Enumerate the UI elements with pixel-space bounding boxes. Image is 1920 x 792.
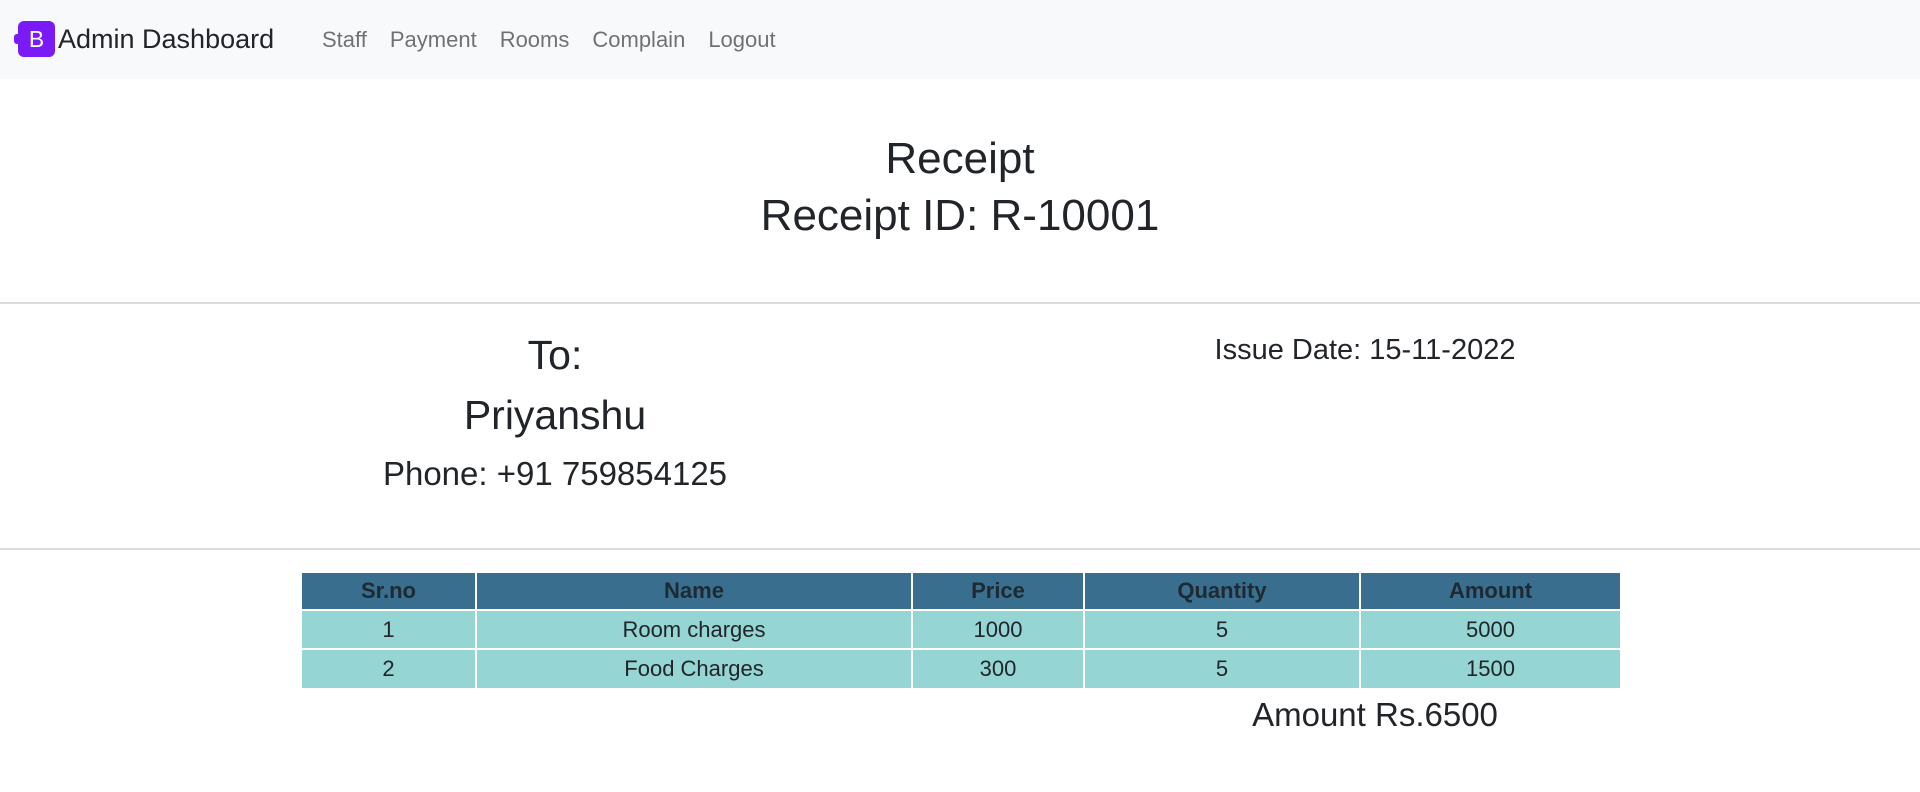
nav-link-logout[interactable]: Logout: [708, 27, 775, 53]
bootstrap-logo-icon: B: [14, 21, 55, 57]
column-header-amount: Amount: [1359, 573, 1620, 611]
table-row: 1 Room charges 1000 5 5000: [302, 609, 1620, 650]
receipt-id: Receipt ID: R-10001: [760, 191, 1160, 240]
table-header-row: Sr.no Name Price Quantity Amount: [302, 573, 1620, 611]
nav-link-rooms[interactable]: Rooms: [500, 27, 570, 53]
column-header-quantity: Quantity: [1083, 573, 1361, 611]
details-divider: [0, 548, 1920, 550]
recipient-block: To: Priyanshu Phone: +91 759854125: [255, 330, 855, 494]
recipient-name: Priyanshu: [463, 392, 647, 438]
issue-date: Issue Date: 15-11-2022: [1214, 334, 1516, 366]
total-amount: Amount Rs.6500: [1252, 696, 1498, 733]
header-divider: [0, 302, 1920, 304]
cell-quantity: 5: [1083, 609, 1361, 650]
receipt-title: Receipt: [885, 134, 1035, 183]
nav-link-complain[interactable]: Complain: [592, 27, 685, 53]
nav-link-payment[interactable]: Payment: [390, 27, 477, 53]
brand-link[interactable]: B Admin Dashboard: [14, 21, 275, 57]
column-header-srno: Sr.no: [302, 573, 477, 611]
cell-name: Food Charges: [475, 648, 913, 688]
cell-srno: 2: [302, 648, 477, 688]
cell-amount: 1500: [1359, 648, 1620, 688]
cell-name: Room charges: [475, 609, 913, 650]
cell-srno: 1: [302, 609, 477, 650]
cell-price: 1000: [911, 609, 1085, 650]
to-label: To:: [527, 332, 583, 378]
navbar: B Admin Dashboard Staff Payment Rooms Co…: [0, 0, 1920, 79]
cell-price: 300: [911, 648, 1085, 688]
table-row: 2 Food Charges 300 5 1500: [302, 648, 1620, 688]
column-header-price: Price: [911, 573, 1085, 611]
nav-links: Staff Payment Rooms Complain Logout: [322, 0, 799, 79]
column-header-name: Name: [475, 573, 913, 611]
cell-quantity: 5: [1083, 648, 1361, 688]
items-table: Sr.no Name Price Quantity Amount 1 Room …: [302, 573, 1620, 688]
cell-amount: 5000: [1359, 609, 1620, 650]
brand-title: Admin Dashboard: [58, 24, 275, 54]
recipient-phone: Phone: +91 759854125: [382, 455, 728, 492]
nav-link-staff[interactable]: Staff: [322, 27, 367, 53]
